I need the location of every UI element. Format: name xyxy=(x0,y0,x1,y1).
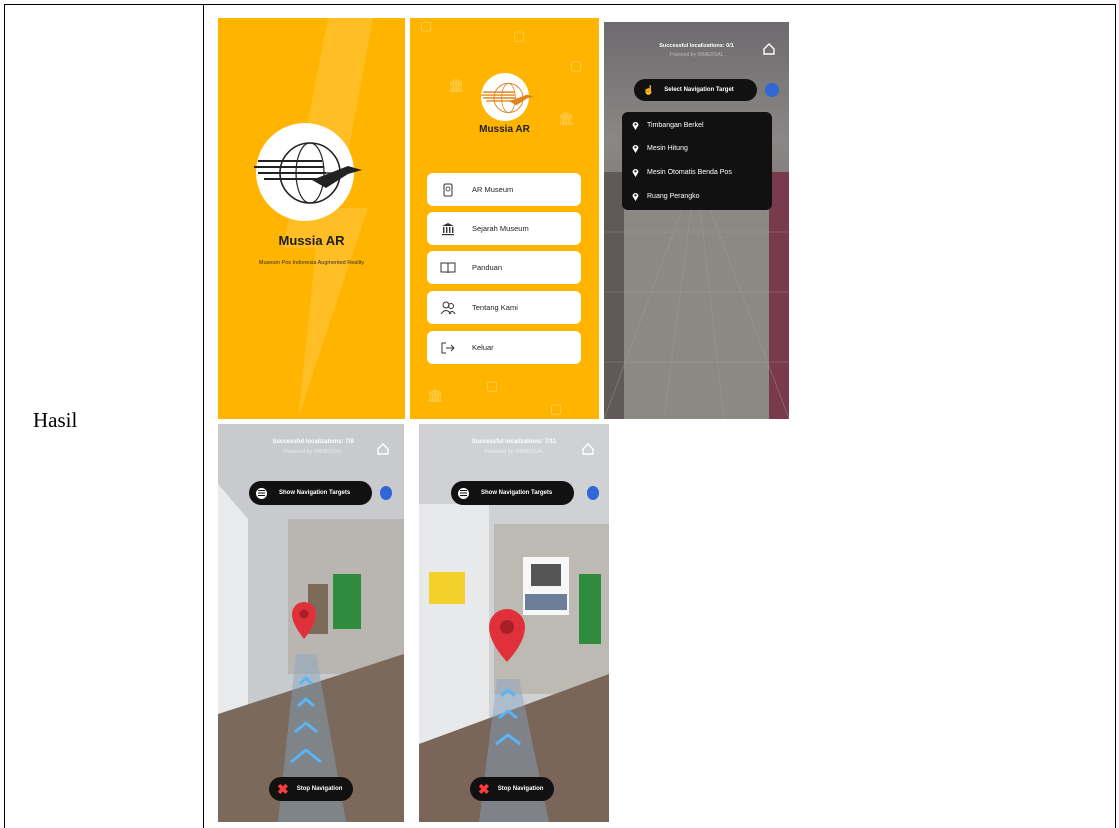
phone-ar-icon xyxy=(440,183,456,197)
side-tab-icon[interactable] xyxy=(587,486,599,500)
location-pin-icon xyxy=(632,193,639,201)
menu-item-ar-museum[interactable]: AR Museum xyxy=(427,173,581,206)
home-icon[interactable] xyxy=(581,442,595,456)
menu-item-label: Panduan xyxy=(472,263,503,272)
table-border-right xyxy=(1115,4,1116,828)
location-pin-icon xyxy=(632,169,639,177)
logout-icon xyxy=(440,341,456,355)
row-label: Hasil xyxy=(33,408,78,432)
target-label: Mesin Otomatis Benda Pos xyxy=(647,169,732,176)
book-icon xyxy=(440,261,456,275)
museum-decoration-icon: 🏛 xyxy=(427,388,444,403)
target-item[interactable]: Timbangan Berkel xyxy=(632,121,704,130)
menu-item-keluar[interactable]: Keluar xyxy=(427,331,581,364)
phone-decoration-icon: ▢ xyxy=(420,18,433,33)
select-navigation-target-label: Select Navigation Target xyxy=(664,87,734,93)
show-navigation-targets-label: Show Navigation Targets xyxy=(279,490,351,496)
menu-item-label: Sejarah Museum xyxy=(472,224,529,233)
splash-screen: Mussia AR Museum Pos Indonesia Augmented… xyxy=(218,18,405,419)
table-divider xyxy=(203,4,204,828)
pos-indonesia-logo-icon xyxy=(481,82,534,114)
phone-decoration-icon: ▢ xyxy=(570,58,583,73)
menu-item-label: AR Museum xyxy=(472,185,514,194)
location-pin-icon xyxy=(632,122,639,130)
pos-indonesia-logo-icon xyxy=(254,142,362,204)
stop-navigation-label: Stop Navigation xyxy=(497,786,544,792)
target-label: Ruang Perangko xyxy=(647,193,700,200)
location-pin-icon xyxy=(632,145,639,153)
phone-decoration-icon: ▢ xyxy=(550,401,563,416)
close-icon: ✖ xyxy=(478,780,490,797)
home-icon[interactable] xyxy=(376,442,390,456)
stop-navigation-button[interactable]: ✖ Stop Navigation xyxy=(470,777,554,801)
target-item[interactable]: Mesin Hitung xyxy=(632,144,688,153)
stop-navigation-label: Stop Navigation xyxy=(296,786,343,792)
localization-status: Successful localizations: 0/1 xyxy=(659,43,734,49)
target-item[interactable]: Mesin Otomatis Benda Pos xyxy=(632,168,732,177)
menu-screen: 🏛 ▢ ▢ 🏛 ▢ 🏛 ▢ ▢ Mussia AR AR Museum Seja… xyxy=(410,18,599,419)
splash-subtitle: Museum Pos Indonesia Augmented Reality xyxy=(258,260,365,266)
ar-select-target-screen: Successful localizations: 0/1 Powered by… xyxy=(604,22,789,419)
menu-title: Mussia AR xyxy=(479,124,530,135)
menu-item-label: Keluar xyxy=(472,343,494,352)
target-item[interactable]: Ruang Perangko xyxy=(632,192,700,201)
powered-by-label: Powered by IMMERSAL xyxy=(484,449,544,455)
phone-decoration-icon: ▢ xyxy=(486,378,499,393)
museum-icon xyxy=(440,222,456,236)
show-navigation-targets-button[interactable]: Show Navigation Targets xyxy=(451,481,574,505)
menu-item-label: Tentang Kami xyxy=(472,303,518,312)
menu-item-panduan[interactable]: Panduan xyxy=(427,251,581,284)
show-navigation-targets-label: Show Navigation Targets xyxy=(481,490,553,496)
localization-status: Successful localizations: 7/11 xyxy=(471,439,557,445)
ar-navigation-screen-1: Successful localizations: 7/8 Powered by… xyxy=(218,424,404,822)
close-icon: ✖ xyxy=(277,780,289,797)
target-label: Mesin Hitung xyxy=(647,145,688,152)
ar-navigation-screen-2: Successful localizations: 7/11 Powered b… xyxy=(419,424,609,822)
list-icon xyxy=(256,487,267,499)
table-border-top xyxy=(4,4,1116,5)
menu-item-tentang-kami[interactable]: Tentang Kami xyxy=(427,291,581,324)
localization-status: Successful localizations: 7/8 xyxy=(272,439,354,445)
side-tab-icon[interactable] xyxy=(765,83,779,97)
powered-by-label: Powered by IMMERSAL xyxy=(283,449,343,455)
people-icon xyxy=(440,301,456,315)
menu-item-sejarah-museum[interactable]: Sejarah Museum xyxy=(427,212,581,245)
stop-navigation-button[interactable]: ✖ Stop Navigation xyxy=(269,777,353,801)
home-icon[interactable] xyxy=(762,42,776,56)
show-navigation-targets-button[interactable]: Show Navigation Targets xyxy=(249,481,372,505)
powered-by-label: Powered by IMMERSAL xyxy=(669,52,724,58)
splash-title: Mussia AR xyxy=(278,233,345,248)
side-tab-icon[interactable] xyxy=(380,486,392,500)
select-navigation-target-button[interactable]: ☝ Select Navigation Target xyxy=(634,79,757,101)
table-border-left xyxy=(4,4,5,828)
phone-decoration-icon: ▢ xyxy=(513,28,526,43)
pointer-icon: ☝ xyxy=(643,84,655,95)
museum-decoration-icon: 🏛 xyxy=(448,78,465,93)
navigation-target-dropdown: Timbangan Berkel Mesin Hitung Mesin Otom… xyxy=(622,112,772,210)
target-label: Timbangan Berkel xyxy=(647,122,704,129)
list-icon xyxy=(458,487,469,499)
